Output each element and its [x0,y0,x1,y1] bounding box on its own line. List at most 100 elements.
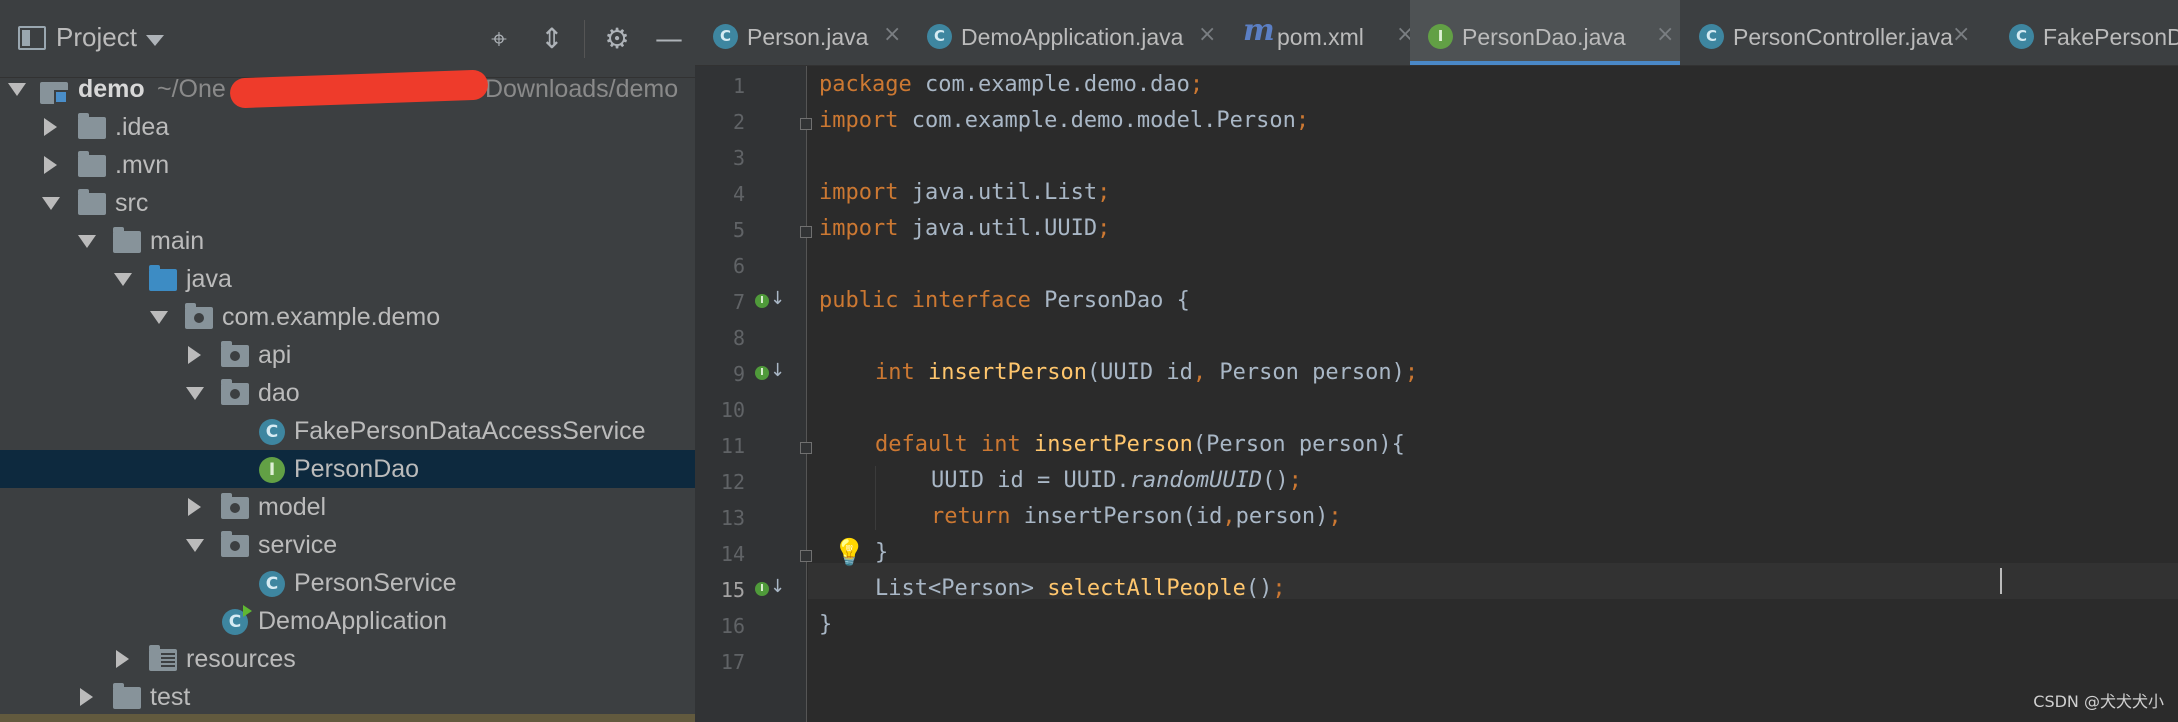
class-icon: C [1699,24,1724,49]
tree-item-label: api [258,341,292,369]
tree-item-idea[interactable]: .idea [0,108,695,146]
tree-item-java[interactable]: java [0,260,695,298]
source-folder-icon [149,265,177,291]
tree-item-label: dao [258,379,300,407]
close-icon[interactable]: × [1656,22,1674,47]
folder-icon [78,189,106,215]
tree-item-label: PersonDao [294,455,420,483]
collapse-arrow-icon[interactable] [44,118,57,136]
collapse-arrow-icon[interactable] [44,156,57,174]
tree-item-demo-application[interactable]: C DemoApplication [0,602,695,640]
code-line-9: int insertPerson(UUID id, Person person)… [875,360,1419,385]
line-number: 13 [720,506,745,530]
collapse-arrow-icon[interactable] [188,346,201,364]
code-line-15: List<Person> selectAllPeople(); [875,576,1286,601]
watermark: CSDN @犬犬犬小 [2033,692,2164,711]
tree-item-path: ~/One [157,75,226,103]
code-line-5: import java.util.UUID; [819,216,1111,241]
tab-demo-application-java[interactable]: C DemoApplication.java × [909,0,1225,65]
code-editor[interactable]: 1 2 3 4 5 6 7 8 9 10 11 12 13 14 15 16 1… [695,66,2178,722]
tree-item-service[interactable]: service [0,526,695,564]
expand-arrow-icon[interactable] [186,387,204,400]
line-number: 10 [720,398,745,422]
collapse-arrow-icon[interactable] [188,498,201,516]
expand-arrow-icon[interactable] [8,83,26,96]
tree-item-person-service[interactable]: C PersonService [0,564,695,602]
tree-item-resources[interactable]: resources [0,640,695,678]
project-view-icon [18,26,46,50]
expand-arrow-icon[interactable] [114,273,132,286]
module-folder-icon [40,78,70,104]
tree-item-label: main [150,227,205,255]
expand-arrow-icon[interactable] [186,539,204,552]
tab-person-dao-java[interactable]: I PersonDao.java × [1410,0,1680,65]
line-number: 4 [732,182,745,206]
code-line-16: } [819,612,833,637]
line-number: 6 [732,254,745,278]
tree-item-package[interactable]: com.example.demo [0,298,695,336]
package-icon [221,341,249,367]
tree-item-label: .idea [115,113,170,141]
line-number: 7 [732,290,745,314]
status-strip [0,714,695,722]
package-icon [221,379,249,405]
class-icon: C [259,419,285,445]
project-view-selector[interactable]: Project [56,22,137,53]
code-line-11: default int insertPerson(Person person){ [875,432,1405,457]
expand-arrow-icon[interactable] [42,197,60,210]
tree-item-person-dao[interactable]: I PersonDao [0,450,695,488]
expand-arrow-icon[interactable] [78,235,96,248]
line-number: 1 [732,74,745,98]
tree-item-test[interactable]: test [0,678,695,716]
interface-icon: I [1428,24,1453,49]
resources-folder-icon [149,645,177,671]
implemented-marker-icon[interactable]: I ↓ [755,288,786,316]
text-caret [2000,568,2002,594]
close-icon[interactable]: × [883,22,901,47]
fold-marker-icon[interactable] [800,226,812,238]
locate-file-icon[interactable]: ⌖ [482,22,516,56]
tree-item-api[interactable]: api [0,336,695,374]
tab-pom-xml[interactable]: m pom.xml × [1225,0,1425,65]
arrow-down-icon: ↓ [770,288,786,309]
collapse-arrow-icon[interactable] [80,688,93,706]
fold-marker-icon[interactable] [800,550,812,562]
tree-item-label: PersonService [294,569,457,597]
arrow-down-icon: ↓ [770,576,786,597]
tree-item-dao[interactable]: dao [0,374,695,412]
collapse-arrow-icon[interactable] [116,650,129,668]
folder-icon [78,113,106,139]
tree-item-main[interactable]: main [0,222,695,260]
fold-marker-icon[interactable] [800,442,812,454]
tab-fake-person-data-access-service[interactable]: C FakePersonDa [1991,0,2178,65]
lightbulb-icon[interactable]: 💡 [833,538,865,568]
fold-marker-icon[interactable] [800,118,812,130]
line-number: 8 [732,326,745,350]
tree-item-src[interactable]: src [0,184,695,222]
tree-item-fake-person-data-access-service[interactable]: C FakePersonDataAccessService [0,412,695,450]
line-number: 14 [720,542,745,566]
implemented-dot: I [755,366,769,380]
tab-person-controller-java[interactable]: C PersonController.java × [1681,0,1991,65]
tab-person-java[interactable]: C Person.java × [695,0,909,65]
class-icon: C [927,24,952,49]
collapse-all-icon[interactable]: ⇕ [535,22,569,56]
tree-item-label: model [258,493,327,521]
chevron-down-icon[interactable] [146,35,164,46]
line-number: 11 [720,434,745,458]
code-line-7: public interface PersonDao { [819,288,1190,313]
tree-item-model[interactable]: model [0,488,695,526]
hide-panel-icon[interactable]: — [652,22,686,56]
expand-arrow-icon[interactable] [150,311,168,324]
tab-label: DemoApplication.java [961,24,1184,50]
implemented-dot: I [755,582,769,596]
class-icon: C [2009,24,2034,49]
implemented-marker-icon[interactable]: I ↓ [755,360,786,388]
implemented-dot: I [755,294,769,308]
close-icon[interactable]: × [1198,22,1216,47]
close-icon[interactable]: × [1952,22,1970,47]
arrow-down-icon: ↓ [770,360,786,381]
implemented-marker-icon[interactable]: I ↓ [755,576,786,604]
gear-icon[interactable]: ⚙ [600,22,634,56]
tree-item-mvn[interactable]: .mvn [0,146,695,184]
